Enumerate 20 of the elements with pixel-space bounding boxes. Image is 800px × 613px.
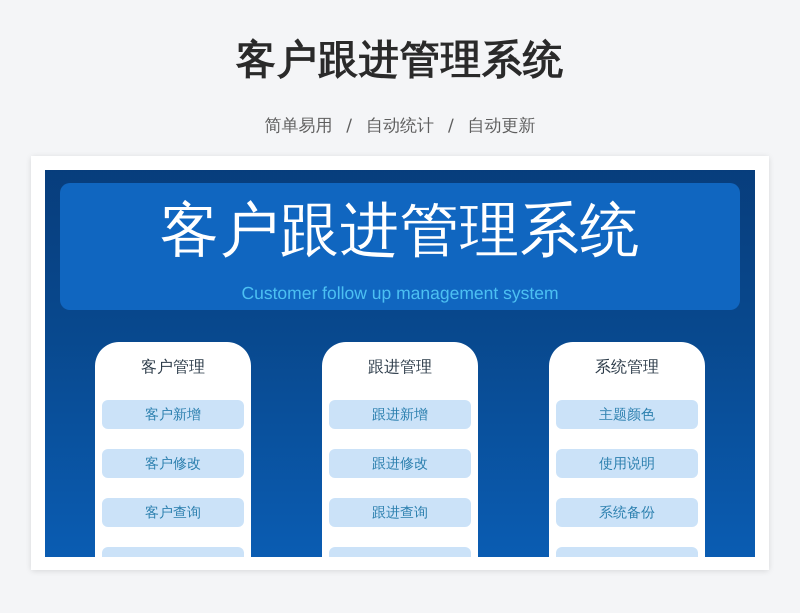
card-title: 系统管理 <box>595 356 659 378</box>
separator: / <box>345 115 353 138</box>
app-subtitle: Customer follow up management system <box>241 283 559 303</box>
menu-button[interactable]: 客户新增 <box>102 400 244 429</box>
app-title: 客户跟进管理系统 <box>160 195 640 265</box>
card-title: 跟进管理 <box>368 356 432 378</box>
menu-button[interactable]: 跟进修改 <box>329 449 471 478</box>
menu-button[interactable]: 客户查询 <box>102 498 244 527</box>
menu-button[interactable]: 系统备份 <box>556 498 698 527</box>
menu-button[interactable]: 跟进新增 <box>329 400 471 429</box>
tagline: 简单易用 <box>264 115 332 138</box>
menu-button[interactable]: 使用说明 <box>556 449 698 478</box>
tagline: 自动更新 <box>468 115 536 138</box>
menu-button[interactable]: 主题颜色 <box>556 400 698 429</box>
menu-button[interactable]: 客户修改 <box>102 449 244 478</box>
page-title: 客户跟进管理系统 <box>236 36 564 85</box>
tagline: 自动统计 <box>366 115 434 138</box>
card-title: 客户管理 <box>141 356 205 378</box>
menu-button[interactable]: 跟进查询 <box>329 498 471 527</box>
separator: / <box>447 115 455 138</box>
